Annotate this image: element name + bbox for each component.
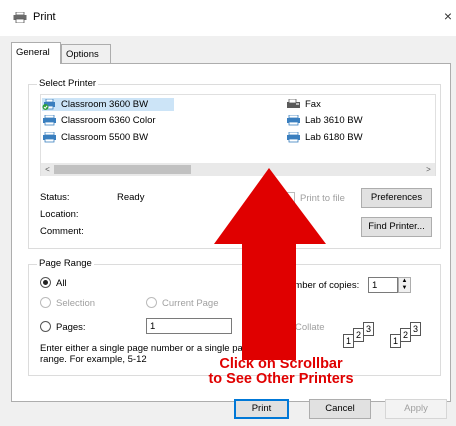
collate-page: 3 [363,322,374,336]
scroll-right-arrow-icon[interactable]: > [422,163,435,176]
scroll-left-arrow-icon[interactable]: < [41,163,54,176]
status-label: Status: [40,192,70,203]
print-button[interactable]: Print [234,399,289,419]
close-icon[interactable]: × [444,8,452,24]
printer-default-icon [42,99,55,110]
collate-stack-icon: 3 2 1 [390,322,434,356]
all-pages-radio[interactable] [40,277,51,288]
find-printer-button[interactable]: Find Printer... [361,217,432,237]
apply-button[interactable]: Apply [385,399,447,419]
printer-item-classroom-6360-color[interactable]: Classroom 6360 Color [42,114,156,127]
current-page-radio[interactable] [146,297,157,308]
cancel-button[interactable]: Cancel [309,399,371,419]
collate-stack-icon: 3 2 1 [343,322,387,356]
collate-page: 2 [400,328,411,342]
printer-name: Classroom 5500 BW [61,132,149,143]
selection-radio[interactable] [40,297,51,308]
printer-icon [43,115,56,126]
printer-item-fax[interactable]: Fax [286,98,321,111]
printer-item-classroom-5500-bw[interactable]: Classroom 5500 BW [42,131,148,144]
collate-page: 2 [353,328,364,342]
collate-page: 3 [410,322,421,336]
page-range-legend: Page Range [37,258,94,269]
printer-item-lab-6180-bw[interactable]: Lab 6180 BW [286,131,363,144]
printer-title-icon [13,12,27,23]
annotation-line-1: Click on Scrollbar [219,356,343,372]
printer-name: Fax [305,99,321,110]
tab-general[interactable]: General [11,42,61,64]
copies-spinner[interactable]: ▲ ▼ [398,277,411,293]
printer-item-classroom-3600-bw[interactable]: Classroom 3600 BW [42,98,175,111]
collate-page: 1 [343,334,354,348]
selection-label: Selection [56,298,96,309]
tab-options[interactable]: Options [61,44,111,64]
current-page-label: Current Page [162,298,219,309]
annotation-line-2: to See Other Printers [208,371,354,387]
pages-radio[interactable] [40,321,51,332]
spin-up-icon[interactable]: ▲ [399,278,410,285]
printer-icon [287,132,300,143]
pages-label: Pages: [56,322,86,333]
printer-icon [287,115,300,126]
printer-name: Classroom 3600 BW [61,99,149,110]
printer-name: Classroom 6360 Color [61,115,156,126]
location-label: Location: [40,209,79,220]
collate-page: 1 [390,334,401,348]
comment-label: Comment: [40,226,84,237]
status-value: Ready [117,192,145,203]
red-arrow-icon [214,168,326,360]
printer-name: Lab 6180 BW [305,132,363,143]
spin-down-icon[interactable]: ▼ [399,285,410,292]
scrollbar-thumb[interactable] [54,165,191,174]
title-bar: Print × [0,0,456,36]
printer-name: Lab 3610 BW [305,115,363,126]
all-pages-label: All [56,278,67,289]
annotation-callout: Click on Scrollbar to See Other Printers [186,357,376,387]
fax-icon [287,99,300,108]
preferences-button[interactable]: Preferences [361,188,432,208]
window-title: Print [33,11,56,23]
select-printer-legend: Select Printer [37,78,99,89]
printer-item-lab-3610-bw[interactable]: Lab 3610 BW [286,114,363,127]
printer-icon [43,132,56,143]
copies-input[interactable]: 1 [368,277,398,293]
